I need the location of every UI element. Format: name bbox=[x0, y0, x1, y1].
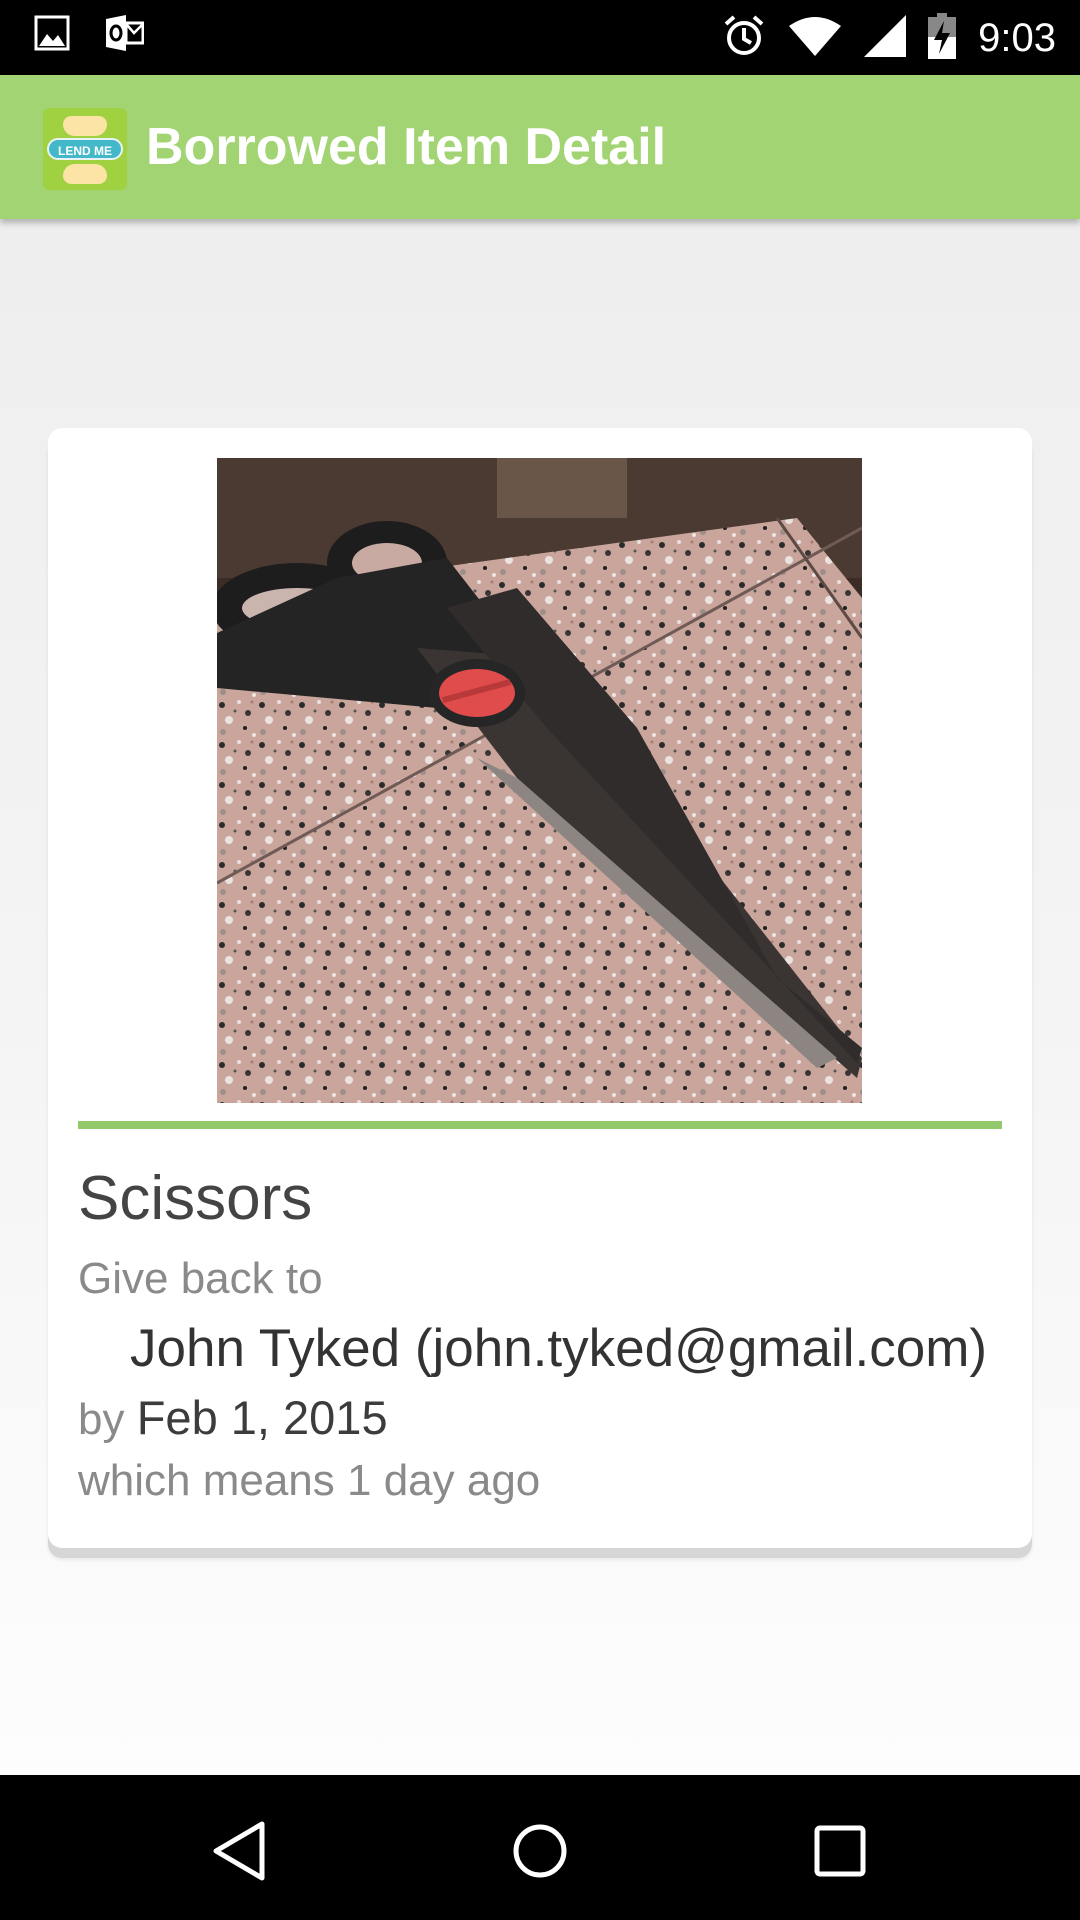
battery-charging-icon bbox=[928, 13, 957, 63]
recents-icon[interactable] bbox=[800, 1811, 880, 1891]
navigation-bar bbox=[0, 1775, 1080, 1920]
content-area: Scissors Give back to John Tyked (john.t… bbox=[0, 219, 1080, 1775]
logo-text: LEND ME bbox=[47, 138, 123, 160]
hand-icon bbox=[63, 164, 107, 184]
status-bar: 9:03 bbox=[0, 0, 1080, 75]
item-photo[interactable] bbox=[217, 458, 862, 1103]
item-card: Scissors Give back to John Tyked (john.t… bbox=[48, 428, 1032, 1548]
signal-icon bbox=[864, 15, 907, 61]
item-name: Scissors bbox=[78, 1164, 313, 1233]
outlook-icon bbox=[104, 14, 145, 56]
relative-due: which means 1 day ago bbox=[78, 1456, 541, 1505]
give-back-label: Give back to bbox=[78, 1254, 323, 1303]
action-bar: LEND ME Borrowed Item Detail bbox=[0, 75, 1080, 219]
back-icon[interactable] bbox=[200, 1811, 280, 1891]
app-logo[interactable]: LEND ME bbox=[43, 108, 127, 190]
image-icon bbox=[34, 15, 70, 55]
borrower-contact[interactable]: John Tyked (john.tyked@gmail.com) bbox=[130, 1318, 987, 1379]
screen-title: Borrowed Item Detail bbox=[146, 118, 667, 176]
hand-icon bbox=[63, 116, 107, 136]
alarm-icon bbox=[722, 14, 766, 62]
due-line: by Feb 1, 2015 bbox=[78, 1390, 388, 1445]
by-label: by bbox=[78, 1395, 125, 1444]
home-icon[interactable] bbox=[500, 1811, 580, 1891]
due-date: Feb 1, 2015 bbox=[136, 1391, 388, 1444]
wifi-icon bbox=[788, 16, 842, 60]
accent-divider bbox=[78, 1121, 1002, 1129]
status-time: 9:03 bbox=[978, 15, 1056, 60]
